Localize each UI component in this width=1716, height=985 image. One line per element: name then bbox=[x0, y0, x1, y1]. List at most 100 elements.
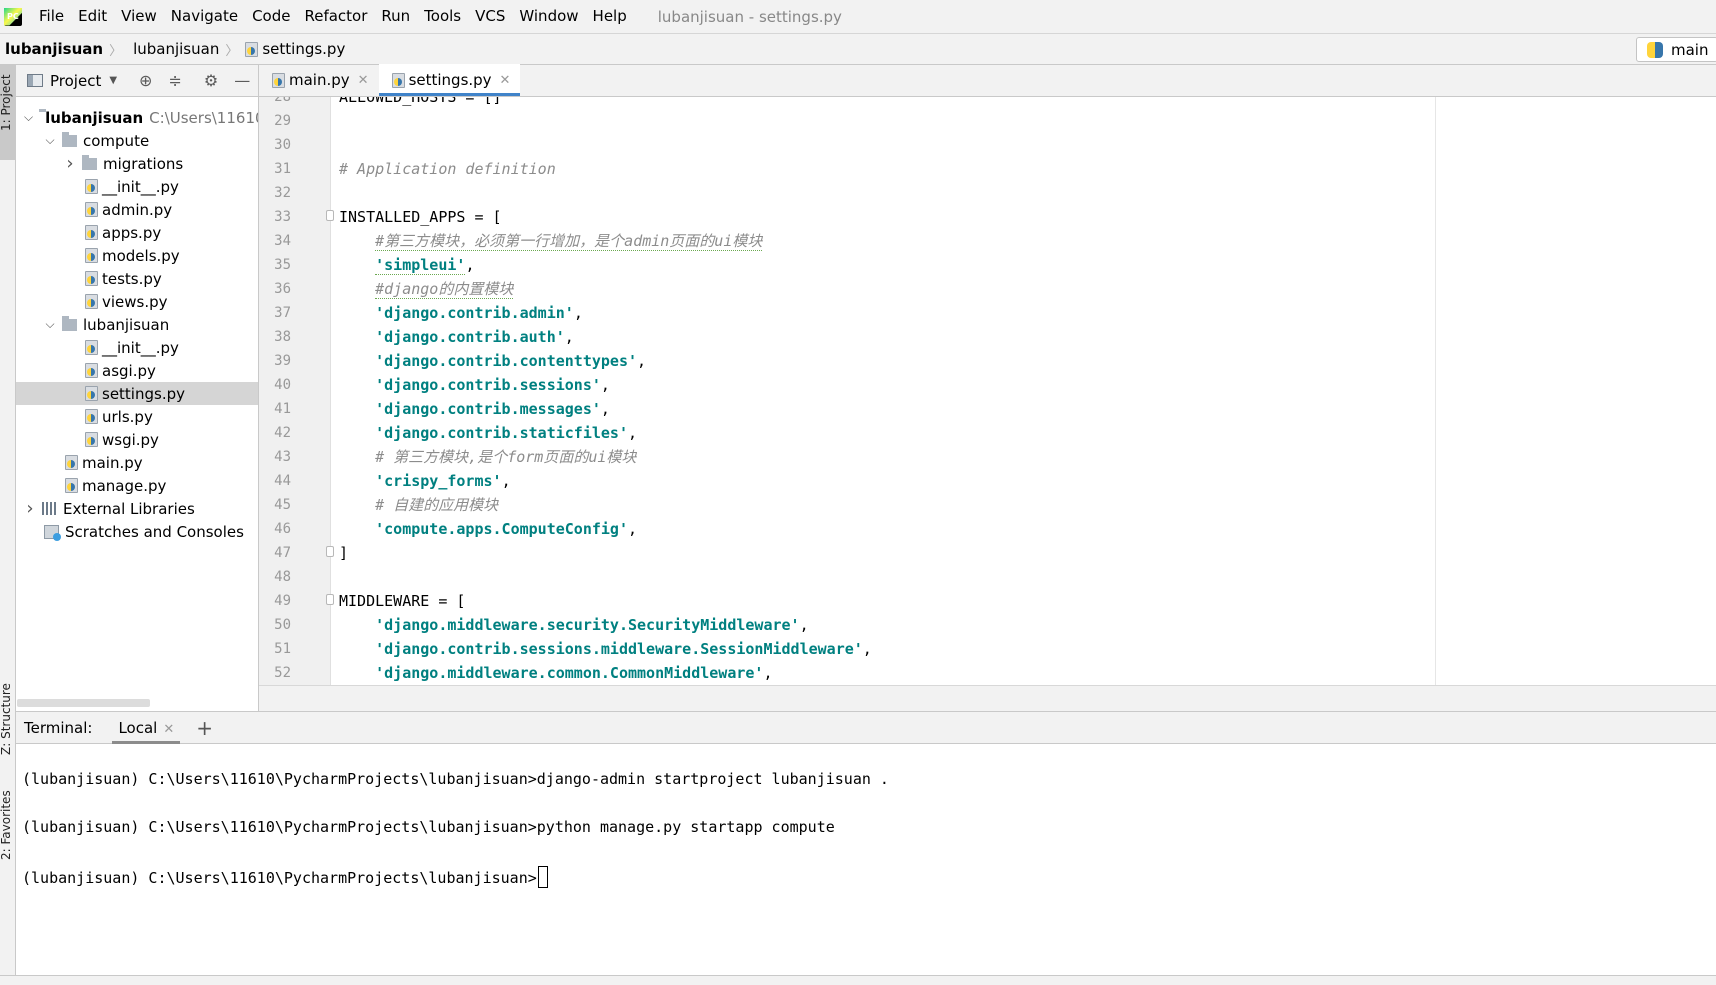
menu-item-vcs[interactable]: VCS bbox=[468, 0, 512, 33]
line-number: 38 bbox=[274, 329, 291, 345]
terminal-line: (lubanjisuan) C:\Users\11610\PycharmProj… bbox=[22, 770, 889, 788]
menu-item-tools[interactable]: Tools bbox=[417, 0, 468, 33]
menu-item-window[interactable]: Window bbox=[512, 0, 585, 33]
gear-icon[interactable]: ⚙ bbox=[204, 71, 218, 90]
line-number: 33 bbox=[274, 209, 291, 225]
tree-item-urls-py[interactable]: urls.py bbox=[16, 405, 258, 428]
close-icon[interactable]: ✕ bbox=[358, 73, 369, 88]
tree-item-label: views.py bbox=[102, 292, 168, 311]
code-line: 41 'django.contrib.messages', bbox=[259, 397, 1716, 421]
collapse-all-icon[interactable]: ≑ bbox=[168, 71, 181, 90]
line-number: 42 bbox=[274, 425, 291, 441]
tree-item-admin-py[interactable]: admin.py bbox=[16, 198, 258, 221]
tree-item-main-py[interactable]: main.py bbox=[16, 451, 258, 474]
tree-item---init---py[interactable]: __init__.py bbox=[16, 336, 258, 359]
project-panel-title[interactable]: Project bbox=[50, 72, 101, 90]
code-token: 'crispy_forms' bbox=[375, 472, 502, 490]
close-icon[interactable]: ✕ bbox=[163, 722, 174, 737]
tree-item-label: wsgi.py bbox=[102, 430, 159, 449]
tree-item-scratches-and-consoles[interactable]: Scratches and Consoles bbox=[16, 520, 258, 543]
code-token: 'django.contrib.admin' bbox=[375, 304, 574, 322]
menu-item-navigate[interactable]: Navigate bbox=[164, 0, 245, 33]
tree-item-manage-py[interactable]: manage.py bbox=[16, 474, 258, 497]
editor-tab-label: settings.py bbox=[408, 71, 492, 89]
code-editor[interactable]: 28 ALLOWED_HOSTS = [] 29 30 31 # Application … bbox=[259, 97, 1716, 685]
menu-item-file[interactable]: File bbox=[32, 0, 71, 33]
favorites-tool-label[interactable]: 2: Favorites bbox=[0, 790, 13, 860]
code-line: 52 'django.middleware.common.CommonMiddl… bbox=[259, 661, 1716, 685]
tree-item-external-libraries[interactable]: › External Libraries bbox=[16, 497, 258, 520]
menu-item-edit[interactable]: Edit bbox=[71, 0, 114, 33]
fold-marker-icon[interactable] bbox=[326, 546, 334, 557]
line-number: 50 bbox=[274, 617, 291, 633]
horizontal-scrollbar[interactable] bbox=[17, 699, 150, 707]
code-token: , bbox=[637, 352, 647, 370]
code-text: INSTALLED_APPS = [ bbox=[339, 205, 502, 229]
chevron-right-icon[interactable]: › bbox=[64, 153, 76, 174]
code-line: 50 'django.middleware.security.SecurityM… bbox=[259, 613, 1716, 637]
python-file-icon bbox=[64, 478, 78, 493]
tree-item-lubanjisuan[interactable]: ⌵ lubanjisuan bbox=[16, 313, 258, 336]
editor-tab-main-py[interactable]: main.py ✕ bbox=[259, 64, 379, 96]
chevron-right-icon[interactable]: › bbox=[24, 498, 36, 519]
code-token: 'django.contrib.messages' bbox=[375, 400, 601, 418]
tree-item-apps-py[interactable]: apps.py bbox=[16, 221, 258, 244]
code-token: ] bbox=[339, 544, 349, 562]
menu-item-code[interactable]: Code bbox=[245, 0, 297, 33]
tree-item-settings-py[interactable]: settings.py bbox=[16, 382, 258, 405]
chevron-down-icon[interactable]: ⌵ bbox=[24, 110, 33, 125]
code-text: 'simpleui', bbox=[339, 253, 474, 277]
tree-item-models-py[interactable]: models.py bbox=[16, 244, 258, 267]
code-line: 29 bbox=[259, 109, 1716, 133]
breadcrumb-package[interactable]: lubanjisuan bbox=[128, 40, 219, 58]
code-token: , bbox=[564, 328, 574, 346]
chevron-down-icon[interactable]: ▼ bbox=[109, 75, 117, 86]
tree-item-compute[interactable]: ⌵ compute bbox=[16, 129, 258, 152]
tree-item-views-py[interactable]: views.py bbox=[16, 290, 258, 313]
code-line: 37 'django.contrib.admin', bbox=[259, 301, 1716, 325]
code-text: # 自建的应用模块 bbox=[339, 493, 498, 517]
line-number: 28 bbox=[274, 97, 291, 105]
menu-item-refactor[interactable]: Refactor bbox=[297, 0, 374, 33]
menu-item-run[interactable]: Run bbox=[374, 0, 417, 33]
code-text: 'django.middleware.common.CommonMiddlewa… bbox=[339, 661, 772, 685]
breadcrumb-project[interactable]: lubanjisuan bbox=[0, 40, 103, 58]
chevron-down-icon[interactable]: ⌵ bbox=[44, 317, 56, 332]
hide-panel-icon[interactable]: — bbox=[234, 71, 250, 90]
terminal-line: (lubanjisuan) C:\Users\11610\PycharmProj… bbox=[22, 866, 548, 888]
tree-item-migrations[interactable]: › migrations bbox=[16, 152, 258, 175]
new-terminal-icon[interactable]: + bbox=[196, 716, 213, 740]
fold-marker-icon[interactable] bbox=[326, 210, 334, 221]
tree-item-label: models.py bbox=[102, 246, 180, 265]
code-token: #第三方模块，必须第一行增加，是个admin页面的ui模块 bbox=[375, 232, 763, 251]
fold-marker-icon[interactable] bbox=[326, 594, 334, 605]
run-configuration-selector[interactable]: main bbox=[1636, 37, 1716, 62]
line-number: 34 bbox=[274, 233, 291, 249]
tree-item-asgi-py[interactable]: asgi.py bbox=[16, 359, 258, 382]
code-token: #django的内置模块 bbox=[375, 280, 514, 299]
folder-icon bbox=[62, 131, 77, 147]
tree-item---init---py[interactable]: __init__.py bbox=[16, 175, 258, 198]
code-text: 'django.contrib.contenttypes', bbox=[339, 349, 646, 373]
terminal-tab-local[interactable]: Local ✕ bbox=[112, 712, 181, 744]
tree-item-label: tests.py bbox=[102, 269, 162, 288]
tree-item-lubanjisuan[interactable]: ⌵ lubanjisuan C:\Users\11610\ bbox=[16, 106, 258, 129]
locate-file-icon[interactable]: ⊕ bbox=[139, 71, 152, 90]
code-token: 'django.middleware.security.SecurityMidd… bbox=[375, 616, 800, 634]
chevron-down-icon[interactable]: ⌵ bbox=[44, 133, 56, 148]
menu-item-view[interactable]: View bbox=[114, 0, 164, 33]
tree-item-tests-py[interactable]: tests.py bbox=[16, 267, 258, 290]
project-tool-label[interactable]: 1: Project bbox=[0, 74, 13, 131]
editor-tab-settings-py[interactable]: settings.py ✕ bbox=[378, 64, 521, 96]
menu-item-help[interactable]: Help bbox=[586, 0, 634, 33]
breadcrumb-file[interactable]: settings.py bbox=[262, 40, 345, 58]
code-line: 43 # 第三方模块,是个form页面的ui模块 bbox=[259, 445, 1716, 469]
code-text: ALLOWED_HOSTS = [] bbox=[339, 97, 502, 109]
tree-item-wsgi-py[interactable]: wsgi.py bbox=[16, 428, 258, 451]
structure-tool-label[interactable]: Z: Structure bbox=[0, 683, 13, 755]
close-icon[interactable]: ✕ bbox=[500, 73, 511, 88]
